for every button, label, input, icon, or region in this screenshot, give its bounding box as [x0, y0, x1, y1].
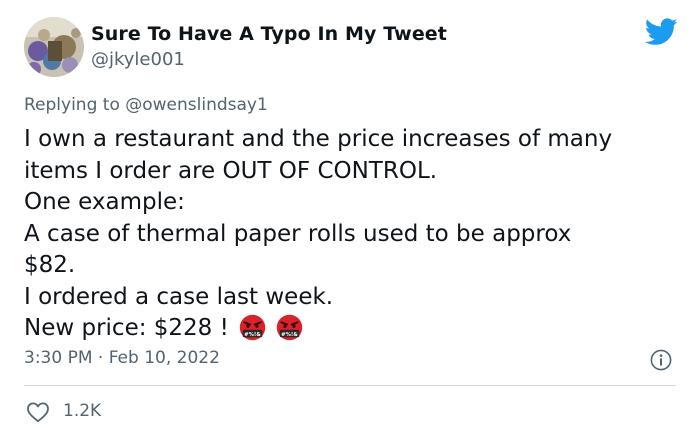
emoji-symbols: #%!&: [244, 332, 261, 338]
display-name[interactable]: Sure To Have A Typo In My Tweet: [91, 23, 447, 45]
tweet-timestamp[interactable]: 3:30 PM · Feb 10, 2022: [24, 348, 220, 368]
emoji-symbols: #%!&: [282, 332, 299, 338]
tweet-line: I own a restaurant and the price increas…: [24, 126, 613, 152]
replying-to-label: Replying to: [24, 95, 120, 115]
tweet-line-last: New price: $228 ! #%!& #%!&: [24, 313, 684, 345]
reply-mention-link[interactable]: @owenslindsay1: [125, 95, 268, 115]
user-handle[interactable]: @jkyle001: [91, 49, 185, 70]
tweet-line: A case of thermal paper rolls used to be…: [24, 220, 572, 247]
cursing-face-emoji-icon: #%!&: [277, 314, 303, 341]
heart-icon[interactable]: [26, 401, 50, 423]
cursing-face-emoji-icon: #%!&: [239, 314, 266, 341]
info-icon[interactable]: [650, 349, 672, 371]
tweet-line: items I order are OUT OF CONTROL.: [24, 157, 438, 184]
divider: [24, 385, 676, 386]
tweet-line: One example:: [24, 189, 185, 215]
replying-to: Replying to @owenslindsay1: [24, 95, 268, 115]
twitter-bird-icon[interactable]: [645, 18, 678, 46]
like-count[interactable]: 1.2K: [63, 401, 101, 421]
tweet-line: I ordered a case last week.: [24, 283, 334, 310]
avatar-image: [24, 17, 84, 77]
tweet-line: $82.: [24, 252, 76, 278]
avatar[interactable]: [24, 17, 84, 77]
tweet-text: I own a restaurant and the price increas…: [24, 124, 684, 345]
tweet-line: New price: $228 !: [24, 315, 229, 341]
